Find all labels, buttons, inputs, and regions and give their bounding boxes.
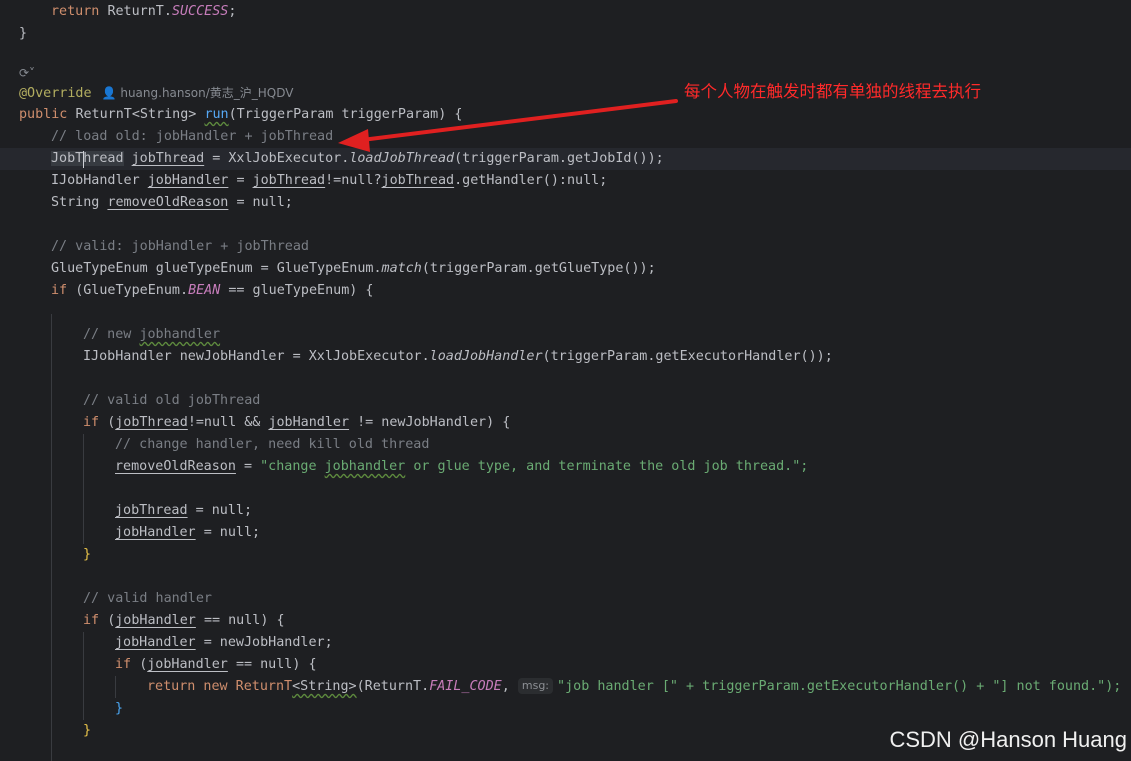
annotation-text: 每个人物在触发时都有单独的线程去执行 [684, 82, 981, 101]
code-editor[interactable]: return ReturnT.SUCCESS; } ⟳˅ @Override 👤 … [0, 0, 1131, 761]
watermark: CSDN @Hanson Huang [889, 727, 1127, 752]
annotation-arrow [338, 99, 678, 152]
